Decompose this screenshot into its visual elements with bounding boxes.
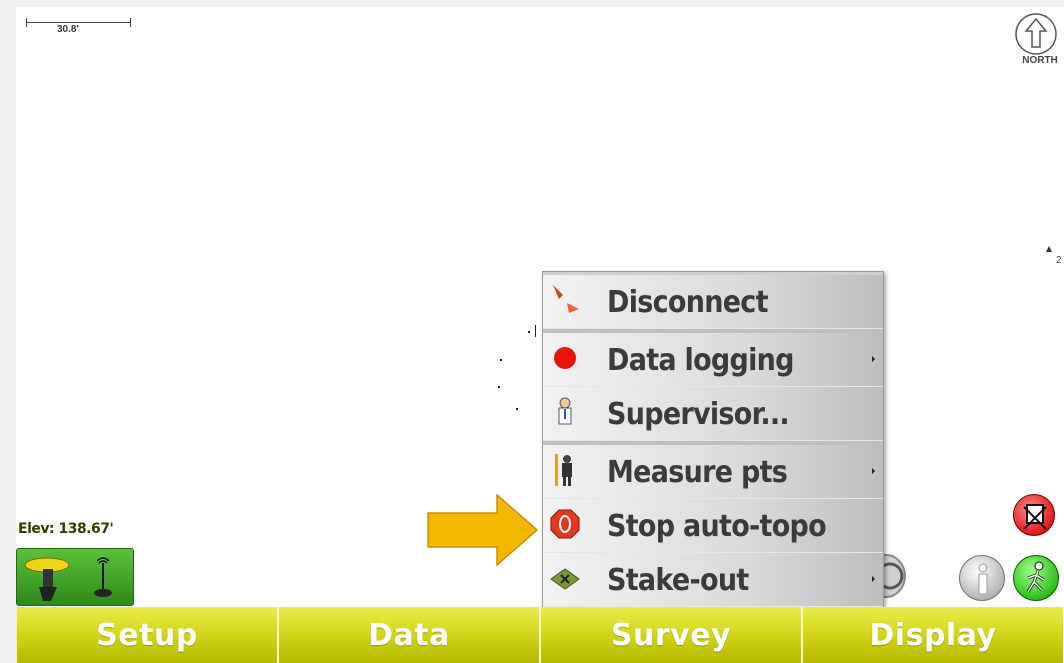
scale-bar: 30.8' <box>26 15 132 35</box>
north-arrow-icon <box>1015 13 1057 55</box>
toolbar-label: Data <box>368 617 450 653</box>
context-menu: Disconnect Data logging Supervisor... Me… <box>542 271 884 607</box>
survey-point <box>516 408 518 410</box>
menu-label: Disconnect <box>607 285 768 320</box>
toolbar-display-button[interactable]: Display <box>802 607 1064 663</box>
walk-button[interactable] <box>1013 555 1059 601</box>
receiver-status-button[interactable] <box>16 548 134 606</box>
supervisor-person-icon <box>558 397 572 425</box>
stop-walk-button[interactable] <box>1013 494 1055 536</box>
menu-label: Measure pts <box>607 455 788 490</box>
toolbar-survey-button[interactable]: Survey <box>540 607 802 663</box>
pointer-arrow-icon <box>427 494 539 566</box>
info-button[interactable] <box>959 555 1005 601</box>
submenu-arrow-icon <box>872 468 875 474</box>
menu-item-disconnect[interactable]: Disconnect <box>543 275 883 329</box>
red-dot-icon <box>554 347 576 369</box>
gnss-receiver-icon <box>24 557 70 601</box>
elevation-readout: Elev: 138.67' <box>18 521 114 537</box>
menu-label: Supervisor... <box>607 397 790 432</box>
toolbar-label: Survey <box>610 617 732 653</box>
toolbar-setup-button[interactable]: Setup <box>16 607 278 663</box>
toolbar-label: Setup <box>96 617 198 653</box>
menu-label: Stop auto-topo <box>607 509 827 544</box>
stop-sign-icon <box>550 509 580 539</box>
stake-out-icon <box>550 568 580 590</box>
cursor-crosshair <box>535 325 536 337</box>
point-label: 2 <box>1056 255 1062 266</box>
menu-item-data-logging[interactable]: Data logging <box>543 333 883 387</box>
rod-person-icon <box>555 454 572 486</box>
walking-person-icon <box>1026 561 1045 593</box>
toolbar-data-button[interactable]: Data <box>278 607 540 663</box>
menu-label: Stake-out <box>607 563 749 598</box>
submenu-arrow-icon <box>872 576 875 582</box>
bottom-toolbar: Setup Data Survey Display <box>16 607 1064 663</box>
stop-walk-icon <box>1023 504 1047 530</box>
menu-item-supervisor[interactable]: Supervisor... <box>543 387 883 441</box>
info-icon <box>978 563 988 595</box>
north-arrow[interactable]: NORTH <box>1012 11 1060 73</box>
menu-item-measure-pts[interactable]: Measure pts <box>543 445 883 499</box>
toolbar-label: Display <box>869 617 997 653</box>
survey-point <box>500 359 502 361</box>
menu-item-stop-auto-topo[interactable]: Stop auto-topo <box>543 499 883 553</box>
scale-label: 30.8' <box>57 24 79 35</box>
north-label: NORTH <box>1022 55 1058 66</box>
map-canvas[interactable]: 30.8' NORTH 2 Elev: 138.67' <box>16 7 1064 607</box>
survey-point <box>498 386 500 388</box>
survey-point <box>528 331 530 333</box>
menu-label: Data logging <box>607 343 795 378</box>
triangle-marker-icon <box>1046 246 1052 252</box>
disconnect-icon <box>553 285 579 313</box>
submenu-arrow-icon <box>872 356 875 362</box>
radio-base-icon <box>94 557 112 597</box>
menu-item-stake-out[interactable]: Stake-out <box>543 553 883 607</box>
